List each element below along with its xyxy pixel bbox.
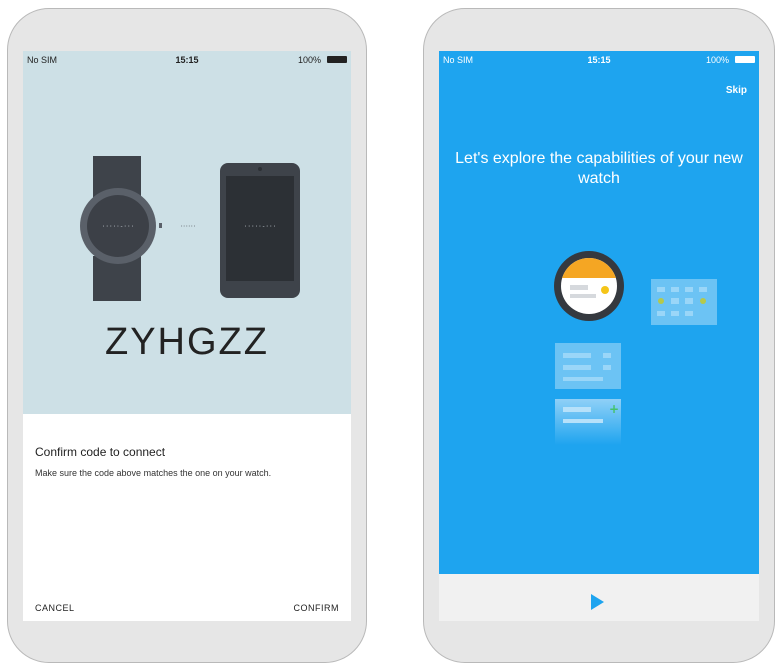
calendar-card-icon: [651, 279, 717, 325]
battery-percent: 100%: [297, 55, 321, 65]
cancel-button[interactable]: CANCEL: [35, 603, 75, 613]
phone-frame-pairing: No SIM 15:15 100% ·····-··· ······ ·····…: [7, 8, 367, 663]
svg-text:+: +: [609, 402, 619, 416]
battery-percent: 100%: [705, 55, 729, 65]
play-icon[interactable]: [591, 594, 604, 610]
pairing-illustration-area: No SIM 15:15 100% ·····-··· ······ ·····…: [23, 51, 351, 414]
watch-icon: ·····-···: [80, 156, 162, 301]
status-bar: No SIM 15:15 100%: [439, 51, 759, 69]
pairing-screen: No SIM 15:15 100% ·····-··· ······ ·····…: [23, 51, 351, 621]
watch-face-icon: [554, 251, 624, 321]
add-card-icon: +: [555, 399, 621, 445]
battery-icon: [735, 56, 755, 63]
svg-text:·····-···: ·····-···: [244, 223, 277, 230]
intro-blue-area: No SIM 15:15 100% Skip Let's explore the…: [439, 51, 759, 574]
svg-text:·····-···: ·····-···: [102, 223, 135, 230]
connection-dots: ······: [180, 222, 195, 231]
confirm-description: Make sure the code above matches the one…: [35, 468, 272, 478]
phone-device-icon: ·····-···: [220, 163, 300, 298]
intro-screen: No SIM 15:15 100% Skip Let's explore the…: [439, 51, 759, 621]
watch-phone-pairing-illustration: ·····-··· ······ ·····-···: [80, 156, 300, 301]
watch-capabilities-illustration: +: [554, 251, 717, 445]
phone-frame-intro: No SIM 15:15 100% Skip Let's explore the…: [423, 8, 775, 663]
intro-headline: Let's explore the capabilities of your n…: [455, 150, 743, 187]
battery-icon: [327, 56, 347, 63]
skip-button[interactable]: Skip: [726, 85, 747, 96]
confirm-title: Confirm code to connect: [35, 445, 166, 459]
status-bar: No SIM 15:15 100%: [23, 51, 351, 69]
pairing-code: ZYHGZZ: [105, 321, 269, 363]
notification-card-icon: [555, 343, 621, 389]
confirm-button[interactable]: CONFIRM: [294, 603, 340, 613]
